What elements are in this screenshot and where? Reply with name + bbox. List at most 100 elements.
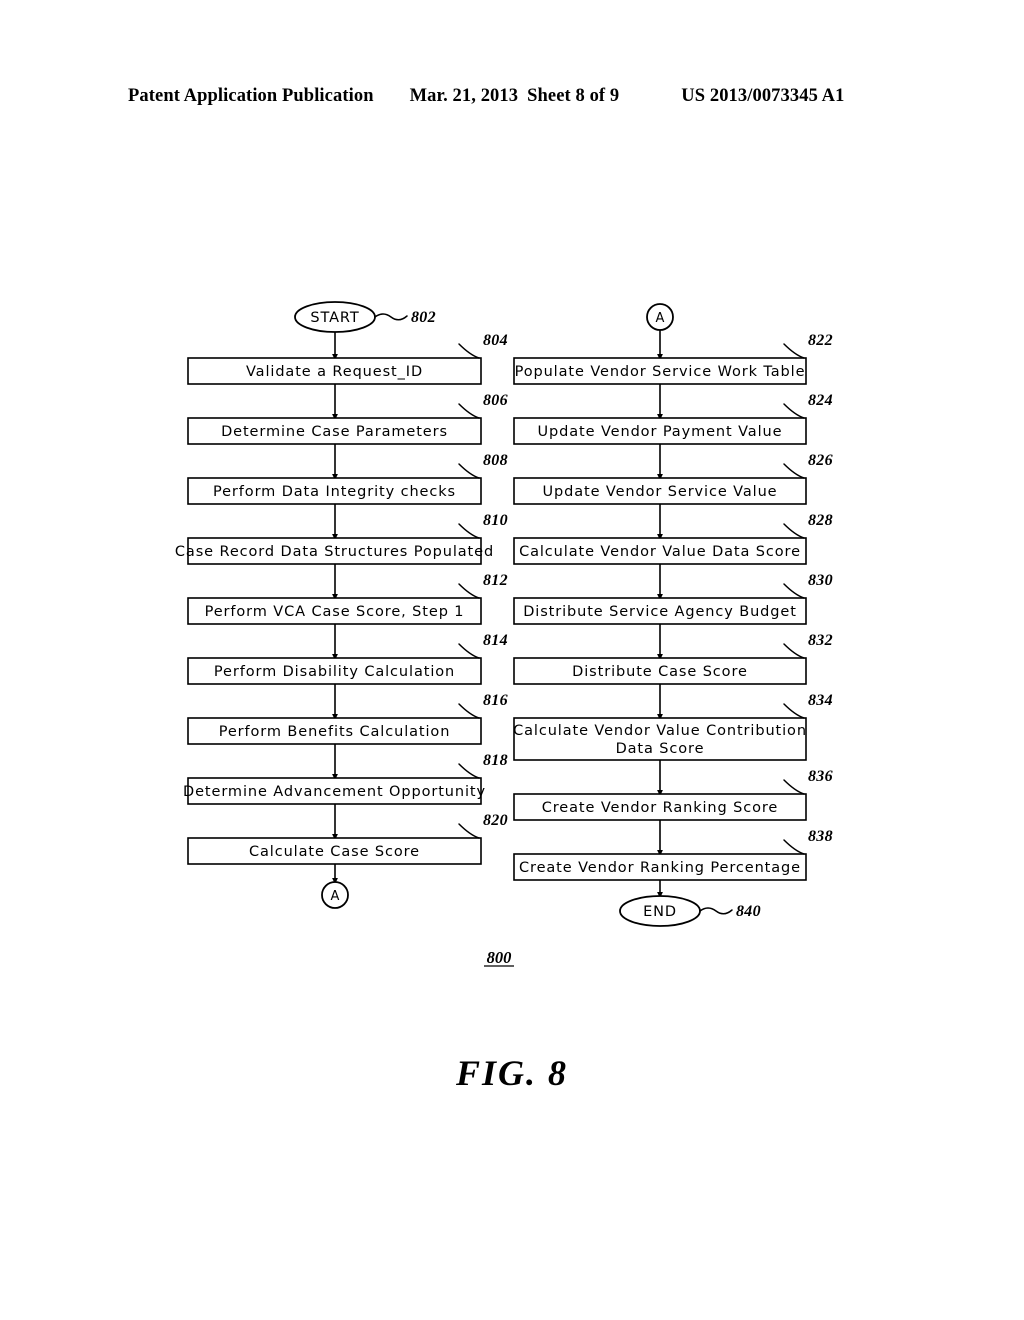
connector-node-a-top-label: A xyxy=(656,311,665,326)
reference-numeral: 810 xyxy=(483,512,508,529)
reference-numeral: 824 xyxy=(808,392,833,409)
process-step: Update Vendor Service Value 826 xyxy=(513,452,833,505)
process-step-reference: 822 xyxy=(783,332,833,359)
leader-line xyxy=(699,907,733,915)
start-node-reference: 802 xyxy=(374,309,436,326)
process-step-reference: 838 xyxy=(783,828,833,855)
process-step-label: Populate Vendor Service Work Table xyxy=(515,364,806,380)
leader-line xyxy=(783,343,805,359)
leader-line xyxy=(783,403,805,419)
process-step: Distribute Case Score 832 xyxy=(513,632,833,685)
process-step: Create Vendor Ranking Score 836 xyxy=(513,768,833,821)
process-step-reference: 816 xyxy=(458,692,508,719)
reference-numeral: 840 xyxy=(736,903,761,920)
reference-numeral: 812 xyxy=(483,572,508,589)
process-step: Calculate Vendor Value Data Score 828 xyxy=(513,512,833,565)
start-node-label: START xyxy=(310,310,359,326)
process-step: Distribute Service Agency Budget 830 xyxy=(513,572,833,625)
process-step: Update Vendor Payment Value 824 xyxy=(513,392,833,445)
process-step-reference: 820 xyxy=(458,812,508,839)
process-step: Create Vendor Ranking Percentage 838 xyxy=(513,828,833,881)
process-step-reference: 834 xyxy=(783,692,833,719)
leader-line xyxy=(783,839,805,855)
reference-numeral: 804 xyxy=(483,332,508,349)
leader-line xyxy=(783,463,805,479)
process-step: Calculate Vendor Value Contribution Data … xyxy=(513,692,833,761)
reference-numeral: 820 xyxy=(483,812,508,829)
reference-numeral: 838 xyxy=(808,828,833,845)
process-step: Populate Vendor Service Work Table822 xyxy=(513,332,833,385)
process-step-label: Perform VCA Case Score, Step 1 xyxy=(205,604,465,620)
reference-numeral: 808 xyxy=(483,452,508,469)
reference-numeral: 826 xyxy=(808,452,833,469)
figure-caption: FIG. 8 xyxy=(455,1053,569,1093)
reference-numeral: 806 xyxy=(483,392,508,409)
process-step-reference: 810 xyxy=(458,512,508,539)
process-step-label-line2: Data Score xyxy=(616,741,705,757)
process-step-label: Calculate Vendor Value Contribution xyxy=(513,723,807,739)
leader-line xyxy=(458,703,480,719)
right-column: A Populate Vendor Service Work Table822 Up… xyxy=(513,303,833,927)
process-step: Case Record Data Structures Populated 810 xyxy=(175,512,508,565)
leader-line xyxy=(458,823,480,839)
leader-line xyxy=(458,463,480,479)
leader-line xyxy=(783,703,805,719)
reference-numeral: 830 xyxy=(808,572,833,589)
process-step-reference: 818 xyxy=(458,752,508,779)
process-step-label: Perform Benefits Calculation xyxy=(219,724,451,740)
connector-node-a-bottom-label: A xyxy=(331,889,340,904)
reference-numeral: 818 xyxy=(483,752,508,769)
process-step-reference: 828 xyxy=(783,512,833,539)
process-step-reference: 832 xyxy=(783,632,833,659)
process-step-reference: 806 xyxy=(458,392,508,419)
process-step-label: Update Vendor Payment Value xyxy=(538,424,783,440)
process-step-label: Determine Advancement Opportunity xyxy=(183,784,486,800)
leader-line xyxy=(458,523,480,539)
leader-line xyxy=(783,523,805,539)
reference-numeral: 814 xyxy=(483,632,508,649)
process-step-label: Validate a Request_ID xyxy=(246,364,423,380)
process-step-label: Update Vendor Service Value xyxy=(543,484,778,500)
leader-line xyxy=(783,583,805,599)
process-step: Calculate Case Score 820 xyxy=(187,812,508,865)
process-step-reference: 826 xyxy=(783,452,833,479)
flowchart-figure: START 802 Validate a Request_ID 804 Determin… xyxy=(0,0,1024,1320)
figure-reference-numeral-text: 800 xyxy=(487,948,512,967)
process-step-label: Distribute Service Agency Budget xyxy=(523,604,797,620)
process-step-label: Determine Case Parameters xyxy=(221,424,448,440)
process-step-reference: 808 xyxy=(458,452,508,479)
leader-line xyxy=(458,643,480,659)
process-step: Perform Disability Calculation 814 xyxy=(187,632,508,685)
left-column: START 802 Validate a Request_ID 804 Determin… xyxy=(175,301,508,909)
end-node-reference: 840 xyxy=(699,903,761,920)
leader-line xyxy=(374,313,408,321)
process-step: Perform Data Integrity checks 808 xyxy=(187,452,508,505)
reference-numeral: 816 xyxy=(483,692,508,709)
process-step-label: Perform Data Integrity checks xyxy=(213,484,456,500)
reference-numeral: 828 xyxy=(808,512,833,529)
process-step-reference: 812 xyxy=(458,572,508,599)
leader-line xyxy=(458,763,480,779)
leader-line xyxy=(458,583,480,599)
process-step-reference: 830 xyxy=(783,572,833,599)
reference-numeral: 802 xyxy=(411,309,436,326)
reference-numeral: 836 xyxy=(808,768,833,785)
leader-line xyxy=(458,343,480,359)
process-step-label: Case Record Data Structures Populated xyxy=(175,544,494,560)
process-step: Validate a Request_ID 804 xyxy=(187,332,508,385)
leader-line xyxy=(783,643,805,659)
reference-numeral: 834 xyxy=(808,692,833,709)
process-step-reference: 804 xyxy=(458,332,508,359)
process-step-label: Distribute Case Score xyxy=(572,664,748,680)
process-step: Determine Case Parameters 806 xyxy=(187,392,508,445)
process-step: Determine Advancement Opportunity 818 xyxy=(183,752,508,805)
process-step-label: Calculate Vendor Value Data Score xyxy=(519,544,801,560)
process-step-label: Create Vendor Ranking Percentage xyxy=(519,860,801,876)
figure-reference-numeral: 800 xyxy=(484,948,514,967)
process-step-label: Create Vendor Ranking Score xyxy=(542,800,779,816)
leader-line xyxy=(783,779,805,795)
process-step: Perform Benefits Calculation 816 xyxy=(187,692,508,745)
process-step: Perform VCA Case Score, Step 1 812 xyxy=(187,572,508,625)
reference-numeral: 822 xyxy=(808,332,833,349)
process-step-label: Calculate Case Score xyxy=(249,844,420,860)
